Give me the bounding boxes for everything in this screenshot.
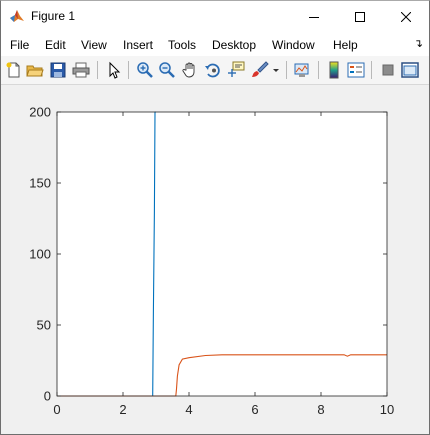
menu-bar: File Edit View Insert Tools Desktop Wind…	[1, 32, 429, 56]
axes-background	[57, 112, 387, 396]
y-tick-label: 50	[37, 318, 51, 333]
menu-edit[interactable]: Edit	[45, 38, 66, 52]
toolbar-separator	[97, 61, 98, 79]
new-figure-icon[interactable]	[5, 61, 23, 79]
title-bar[interactable]: Figure 1	[1, 1, 429, 32]
y-tick-label: 100	[29, 247, 51, 262]
brush-icon[interactable]	[251, 61, 269, 79]
save-icon[interactable]	[49, 61, 67, 79]
x-tick-label: 8	[317, 402, 324, 417]
y-tick-label: 200	[29, 105, 51, 120]
x-tick-label: 2	[119, 402, 126, 417]
maximize-icon	[355, 11, 365, 22]
figure-toolbar	[1, 56, 429, 85]
window-title: Figure 1	[31, 9, 76, 23]
zoom-out-icon[interactable]	[158, 61, 176, 79]
menu-insert[interactable]: Insert	[123, 38, 153, 52]
pan-hand-icon[interactable]	[181, 61, 199, 79]
menu-help[interactable]: Help	[333, 38, 358, 52]
data-cursor-icon[interactable]	[227, 61, 245, 79]
hide-plot-tools-icon[interactable]	[379, 61, 397, 79]
rotate-3d-icon[interactable]	[204, 61, 222, 79]
close-icon	[401, 11, 411, 22]
open-file-icon[interactable]	[26, 61, 44, 79]
edit-pointer-icon[interactable]	[105, 61, 123, 79]
minimize-button[interactable]	[291, 1, 337, 32]
dock-arrow-icon[interactable]: ↴	[414, 37, 423, 50]
chevron-down-icon[interactable]	[271, 61, 281, 79]
y-tick-label: 150	[29, 176, 51, 191]
x-tick-label: 0	[53, 402, 60, 417]
menu-file[interactable]: File	[10, 38, 29, 52]
x-tick-label: 4	[185, 402, 192, 417]
toolbar-separator	[286, 61, 287, 79]
toolbar-separator	[128, 61, 129, 79]
y-tick-label: 0	[44, 389, 51, 404]
x-tick-label: 6	[251, 402, 258, 417]
menu-desktop[interactable]: Desktop	[212, 38, 256, 52]
maximize-button[interactable]	[337, 1, 383, 32]
menu-window[interactable]: Window	[272, 38, 315, 52]
zoom-in-icon[interactable]	[136, 61, 154, 79]
insert-legend-icon[interactable]	[347, 61, 365, 79]
show-plot-tools-icon[interactable]	[401, 61, 419, 79]
close-button[interactable]	[383, 1, 429, 32]
insert-colorbar-icon[interactable]	[325, 61, 343, 79]
toolbar-separator	[371, 61, 372, 79]
menu-view[interactable]: View	[81, 38, 107, 52]
menu-tools[interactable]: Tools	[168, 38, 196, 52]
plot-canvas[interactable]: 0 2 4 6 8 10050100150200	[0, 84, 428, 433]
toolbar-separator	[318, 61, 319, 79]
link-plot-icon[interactable]	[293, 61, 311, 79]
x-tick-label: 10	[380, 402, 394, 417]
minimize-icon	[309, 12, 319, 22]
matlab-logo-icon	[9, 8, 25, 24]
print-icon[interactable]	[72, 61, 90, 79]
